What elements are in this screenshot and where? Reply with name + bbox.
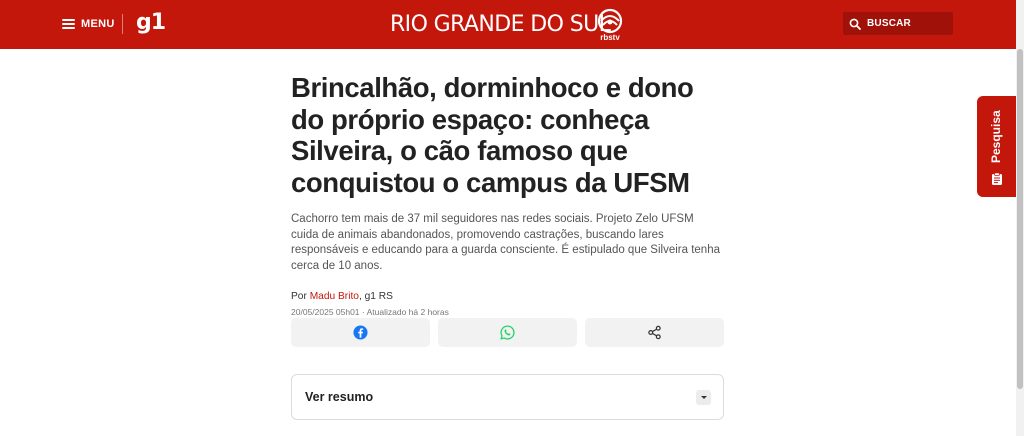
byline-suffix: , g1 RS bbox=[358, 290, 393, 302]
article-header: Brincalhão, dorminhoco e dono do próprio… bbox=[291, 72, 724, 317]
facebook-icon bbox=[353, 325, 368, 340]
search-icon bbox=[849, 18, 861, 30]
clipboard-icon bbox=[992, 172, 1002, 185]
share-bar bbox=[291, 318, 724, 347]
survey-side-tab[interactable]: Pesquisa bbox=[977, 96, 1016, 197]
facebook-share-button[interactable] bbox=[291, 318, 430, 347]
search-button[interactable]: BUSCAR bbox=[843, 12, 953, 35]
summary-label: Ver resumo bbox=[305, 390, 374, 404]
share-icon bbox=[648, 325, 661, 340]
publish-date: 20/05/2025 05h01 · Atualizado há 2 horas bbox=[291, 306, 449, 317]
whatsapp-share-button[interactable] bbox=[438, 318, 577, 347]
scrollbar-thumb[interactable] bbox=[1017, 49, 1023, 389]
search-label: BUSCAR bbox=[867, 18, 911, 29]
rbstv-logo-text: rbstv bbox=[600, 33, 620, 42]
byline-prefix: Por bbox=[291, 290, 310, 302]
menu-button[interactable]: MENU bbox=[62, 15, 115, 33]
region-title[interactable]: RIO GRANDE DO SUL bbox=[390, 12, 611, 37]
hamburger-icon bbox=[62, 19, 75, 29]
header-divider bbox=[122, 14, 123, 34]
article-headline: Brincalhão, dorminhoco e dono do próprio… bbox=[291, 72, 694, 198]
whatsapp-icon bbox=[500, 325, 515, 340]
survey-label: Pesquisa bbox=[989, 110, 1003, 164]
g1-logo[interactable]: g1 bbox=[136, 10, 166, 35]
menu-label: MENU bbox=[81, 18, 115, 30]
chevron-down-icon[interactable] bbox=[696, 390, 711, 405]
byline: Por Madu Brito, g1 RS bbox=[291, 291, 724, 302]
author-link[interactable]: Madu Brito bbox=[310, 291, 359, 302]
generic-share-button[interactable] bbox=[585, 318, 724, 347]
summary-expander[interactable]: Ver resumo bbox=[291, 374, 724, 420]
rbstv-logo-icon[interactable]: rbstv bbox=[594, 8, 626, 42]
article-subtitle: Cachorro tem mais de 37 mil seguidores n… bbox=[291, 213, 720, 273]
top-navigation-bar: MENU g1 RIO GRANDE DO SUL rbstv BUSCAR bbox=[0, 0, 1016, 49]
